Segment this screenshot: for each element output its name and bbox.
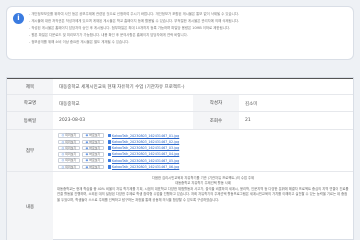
search-icon: ◎ [61, 133, 65, 138]
content-body: 다음한 김리시민교육과 자유학기를 기관 (기관자유 프로젝트-)의 수업 주제… [57, 176, 349, 203]
attachment-item: ◎ 미리보기 ◉ 바로보기 KakaoTalk_20230803_162431467… [58, 158, 179, 163]
view-button[interactable]: ◉ 바로보기 [82, 139, 104, 145]
notice-box: i 개인정보보호를 위하여 사진 등은 공보주제에 관련된 것으로 신청하여 주… [6, 6, 354, 60]
attachment-list: ◎ 미리보기 ◉ 바로보기 KakaoTalk_20230803_162431467… [58, 133, 179, 171]
view-button[interactable]: ◉ 바로보기 [82, 152, 104, 157]
view-button[interactable]: ◉ 바로보기 [82, 158, 104, 163]
content-subheading: 대동중학교 자유학기 주제선택 활동 사례 [175, 181, 231, 185]
file-icon [108, 158, 111, 163]
school-value: 대동중학교 [59, 102, 80, 107]
file-icon [108, 146, 111, 150]
post-detail-table: 제목 대동중학교 세계시민교육 현재 자유학기 수업 (기관자유 프로젝트-) … [6, 77, 354, 240]
date-row: 등록일 2023-08-03 조회수 21 [7, 112, 353, 130]
search-icon: ◎ [61, 158, 65, 163]
title-value: 대동중학교 세계시민교육 현재 자유학기 수업 (기관자유 프로젝트-) [59, 85, 185, 90]
search-icon: ◎ [61, 152, 65, 157]
attachment-link[interactable]: KakaoTalk_20230803_162431467_03.jpg [112, 146, 179, 150]
search-icon: ◎ [61, 164, 65, 169]
attachment-link[interactable]: KakaoTalk_20230803_162431467_06.jpg [112, 165, 179, 169]
attachment-row: 첨부 ◎ 미리보기 ◉ 바로보기 KakaoTalk_20230803_162431… [7, 130, 353, 172]
file-icon [108, 152, 111, 157]
date-value: 2023-08-03 [59, 118, 86, 123]
views-value: 21 [245, 118, 251, 123]
search-icon: ◎ [61, 139, 65, 144]
title-label: 제목 [7, 79, 53, 94]
info-icon: i [13, 13, 24, 24]
author-value: 김소미 [245, 102, 258, 107]
author-label: 작성자 [193, 95, 239, 111]
notice-item: 개인정보보호를 위하여 사진 등은 공보주제에 관련된 것으로 신청하여 주시기… [29, 11, 349, 18]
attachment-label: 첨부 [7, 130, 53, 171]
attachment-item: ◎ 미리보기 ◉ 바로보기 KakaoTalk_20230803_162431467… [58, 133, 179, 138]
preview-button[interactable]: ◎ 미리보기 [58, 145, 80, 151]
attachment-item: ◎ 미리보기 ◉ 바로보기 KakaoTalk_20230803_162431467… [58, 145, 179, 151]
notice-item: 작성된 게시물은 홈페이지 담당자의 승인 후 게시됩니다. 첨부파일은 최대 … [29, 25, 349, 32]
eye-icon: ◉ [85, 164, 89, 169]
file-icon [108, 165, 111, 169]
preview-button[interactable]: ◎ 미리보기 [58, 158, 80, 163]
attachment-item: ◎ 미리보기 ◉ 바로보기 KakaoTalk_20230803_162431467… [58, 152, 179, 157]
attachment-link[interactable]: KakaoTalk_20230803_162431467_02.jpg [112, 140, 179, 144]
content-row: 내용 다음한 김리시민교육과 자유학기를 기관 (기관자유 프로젝트-)의 수업… [7, 172, 353, 240]
notice-item: 게시물에 대한 저작권은 작성자에게 있으며 게재된 게시물은 학교 홈페이지 … [29, 18, 349, 25]
school-label: 학교명 [7, 95, 53, 111]
school-row: 학교명 대동중학교 작성자 김소미 [7, 95, 353, 112]
preview-button[interactable]: ◎ 미리보기 [58, 139, 80, 145]
view-button[interactable]: ◉ 바로보기 [82, 164, 104, 170]
attachment-item: ◎ 미리보기 ◉ 바로보기 KakaoTalk_20230803_162431467… [58, 139, 179, 145]
file-icon [108, 140, 111, 144]
attachment-link[interactable]: KakaoTalk_20230803_162431467_05.jpg [112, 159, 179, 163]
file-icon [108, 133, 111, 138]
views-label: 조회수 [193, 112, 239, 129]
eye-icon: ◉ [85, 133, 89, 138]
preview-button[interactable]: ◎ 미리보기 [58, 133, 80, 138]
view-button[interactable]: ◉ 바로보기 [82, 145, 104, 151]
view-button[interactable]: ◉ 바로보기 [82, 133, 104, 138]
notice-item: 원본 파일은 다운로드 및 미리보기가 가능합니다. 내용 확인 후 문의사항은… [29, 32, 349, 39]
preview-button[interactable]: ◎ 미리보기 [58, 152, 80, 157]
eye-icon: ◉ [85, 158, 89, 163]
eye-icon: ◉ [85, 139, 89, 144]
attachment-link[interactable]: KakaoTalk_20230803_162431467_04.jpg [112, 152, 179, 156]
attachment-item: ◎ 미리보기 ◉ 바로보기 KakaoTalk_20230803_162431467… [58, 164, 179, 170]
eye-icon: ◉ [85, 145, 89, 150]
search-icon: ◎ [61, 145, 65, 150]
date-label: 등록일 [7, 112, 53, 129]
notice-list: 개인정보보호를 위하여 사진 등은 공보주제에 관련된 것으로 신청하여 주시기… [29, 11, 349, 46]
content-paragraph: 대동중학교는 현재 학습을 중 40% 비율이 자유 학기제를 기획, 시범의 … [57, 187, 349, 202]
eye-icon: ◉ [85, 152, 89, 157]
notice-item: 정보공개를 위해 소비 이상 중요한 게시물은 별도 게재될 수 있습니다. [29, 39, 349, 46]
content-label: 내용 [7, 172, 53, 240]
attachment-link[interactable]: KakaoTalk_20230803_162431467_01.jpg [112, 134, 179, 138]
title-row: 제목 대동중학교 세계시민교육 현재 자유학기 수업 (기관자유 프로젝트-) [7, 79, 353, 95]
preview-button[interactable]: ◎ 미리보기 [58, 164, 80, 170]
